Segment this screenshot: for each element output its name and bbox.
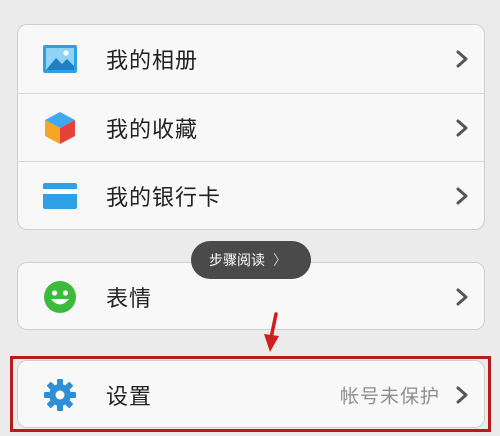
collection-cube-icon [40,108,80,148]
menu-item-label: 我的相册 [106,49,199,74]
chevron-right-icon [456,50,468,68]
photo-album-icon [40,39,80,79]
step-reading-tooltip[interactable]: 步骤阅读 〉 [191,241,311,279]
chevron-right-icon [456,187,468,204]
menu-item-label: 我的银行卡 [106,185,222,211]
chevron-right-icon [456,386,468,404]
menu-group-settings: 设置 帐号未保护 [17,360,485,428]
settings-gear-icon [40,375,80,415]
menu-item-my-album[interactable]: 我的相册 [18,25,484,93]
tooltip-text: 步骤阅读 [209,253,265,269]
menu-item-my-bank-card[interactable]: 我的银行卡 [18,161,484,229]
account-protection-status: 帐号未保护 [339,385,440,408]
annotation-arrow-icon [264,312,279,352]
menu-item-my-collection[interactable]: 我的收藏 [18,93,484,161]
emoji-face-icon [40,277,80,317]
chevron-right-icon [456,288,468,306]
bank-card-icon [40,176,80,216]
menu-item-label: 设置 [106,385,153,410]
menu-item-settings[interactable]: 设置 帐号未保护 [18,361,484,427]
menu-item-label: 表情 [106,287,153,312]
menu-item-label: 我的收藏 [106,117,199,143]
chevron-right-icon [456,119,468,136]
tooltip-chevron-icon: 〉 [273,253,287,269]
menu-group-media: 我的相册 我的收藏 我的银行卡 [17,24,485,230]
